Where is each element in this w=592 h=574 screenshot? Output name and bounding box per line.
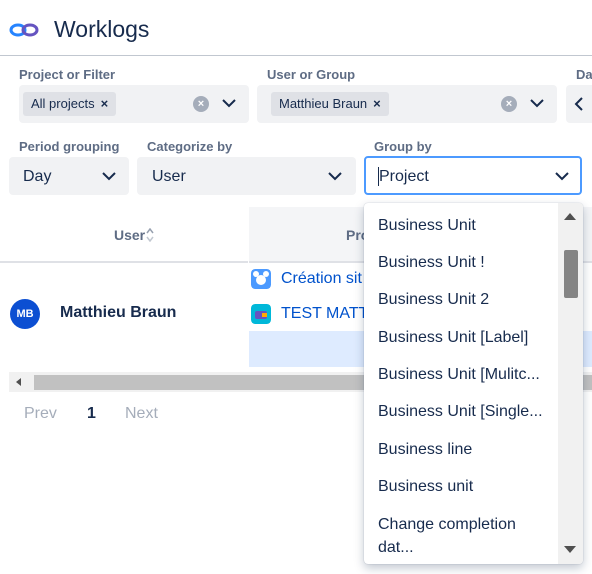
page-header: Worklogs — [0, 0, 592, 56]
period-grouping-select[interactable]: Day — [9, 157, 129, 195]
date-filter-label: Da — [576, 67, 592, 82]
group-by-select[interactable]: Project — [364, 156, 582, 195]
column-header-user[interactable]: User — [0, 207, 248, 263]
project-filter-label: Project or Filter — [19, 67, 116, 82]
dropdown-option[interactable]: Change completion — [378, 516, 516, 534]
scrollbar-thumb[interactable] — [564, 250, 578, 298]
sort-icon[interactable] — [146, 228, 154, 242]
dropdown-option[interactable]: Business line — [378, 441, 472, 459]
project-chip-label: All projects — [31, 96, 95, 111]
dropdown-option-continuation[interactable]: dat... — [378, 539, 414, 557]
dropdown-scrollbar[interactable] — [558, 203, 583, 564]
clear-icon[interactable]: × — [193, 96, 209, 112]
group-by-dropdown: Business Unit Business Unit ! Business U… — [364, 203, 583, 564]
dropdown-option[interactable]: Business Unit ! — [378, 254, 485, 272]
group-by-value: Project — [379, 168, 429, 185]
page-title: Worklogs — [54, 16, 150, 42]
project-link[interactable]: TEST MATT — [281, 305, 368, 323]
column-header-user-label: User — [114, 227, 146, 243]
chevron-down-icon — [328, 172, 342, 181]
user-filter-select[interactable]: Matthieu Braun × × — [257, 85, 557, 123]
next-page-button[interactable]: Next — [125, 405, 158, 423]
period-grouping-label: Period grouping — [19, 139, 120, 154]
project-avatar-icon — [251, 269, 271, 289]
project-chip: All projects × — [23, 92, 117, 116]
dropdown-option[interactable]: Business Unit — [378, 217, 476, 235]
current-page: 1 — [87, 405, 96, 422]
clear-icon[interactable]: × — [501, 96, 517, 112]
chip-remove-icon[interactable]: × — [373, 96, 381, 111]
period-grouping-value: Day — [23, 168, 52, 185]
scroll-up-icon[interactable] — [564, 213, 576, 220]
user-chip: Matthieu Braun × — [271, 92, 389, 116]
dropdown-option[interactable]: Business unit — [378, 478, 473, 496]
user-name: Matthieu Braun — [60, 304, 177, 321]
project-filter-select[interactable]: All projects × × — [19, 85, 249, 123]
project-avatar-icon — [251, 304, 271, 324]
scroll-left-icon[interactable] — [16, 378, 21, 386]
chevron-down-icon[interactable] — [222, 98, 236, 108]
dropdown-option[interactable]: Business Unit [Mulitc... — [378, 366, 540, 384]
avatar: MB — [10, 299, 40, 329]
group-by-label: Group by — [374, 139, 432, 154]
dropdown-option[interactable]: Business Unit 2 — [378, 291, 489, 309]
chevron-down-icon — [102, 172, 116, 181]
chevron-down-icon — [555, 172, 569, 181]
user-filter-label: User or Group — [267, 67, 356, 82]
scroll-down-icon[interactable] — [564, 546, 576, 553]
date-prev-button[interactable] — [566, 85, 592, 123]
categorize-by-label: Categorize by — [147, 139, 233, 154]
prev-page-button[interactable]: Prev — [24, 405, 57, 423]
dropdown-option[interactable]: Business Unit [Single... — [378, 403, 543, 421]
chevron-down-icon[interactable] — [530, 98, 544, 108]
user-chip-label: Matthieu Braun — [279, 96, 368, 111]
categorize-by-select[interactable]: User — [137, 157, 356, 195]
categorize-by-value: User — [152, 168, 186, 185]
chip-remove-icon[interactable]: × — [101, 96, 109, 111]
infinity-loop-icon — [9, 23, 39, 37]
project-link[interactable]: Création sit — [281, 270, 362, 288]
dropdown-option[interactable]: Business Unit [Label] — [378, 329, 528, 347]
chevron-left-icon — [574, 97, 583, 111]
